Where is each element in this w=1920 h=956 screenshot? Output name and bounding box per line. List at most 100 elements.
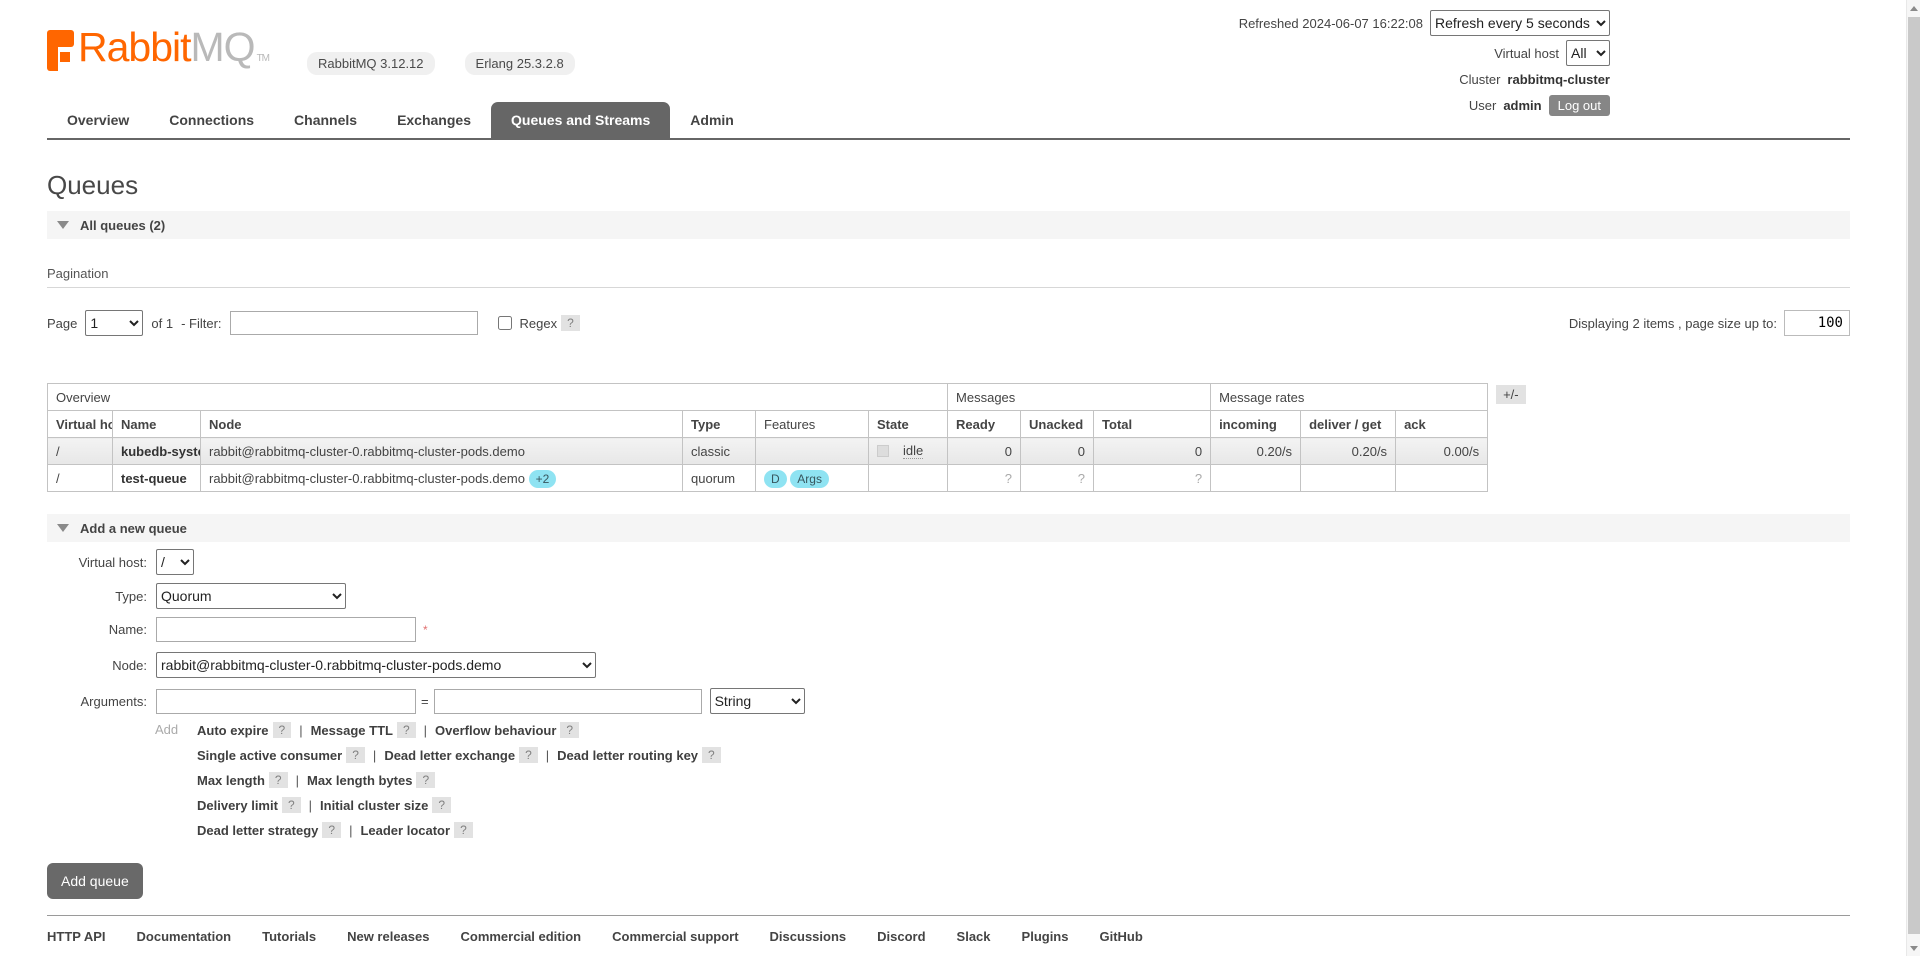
add-queue-section-header[interactable]: Add a new queue <box>47 514 1850 542</box>
scrollbar-thumb[interactable] <box>1908 17 1920 934</box>
col-name[interactable]: Name <box>113 411 201 438</box>
col-state[interactable]: State <box>869 411 948 438</box>
form-row-arguments: Arguments: = String <box>47 688 1850 714</box>
tab-overview[interactable]: Overview <box>47 102 149 138</box>
type-field-select[interactable]: Quorum <box>156 583 346 609</box>
arg-link-max-length[interactable]: Max length <box>197 773 265 788</box>
cell-vhost: / <box>48 465 113 492</box>
col-ack[interactable]: ack <box>1396 411 1488 438</box>
col-unacked[interactable]: Unacked <box>1021 411 1094 438</box>
help-link[interactable]: ? <box>454 822 473 838</box>
footer-link-plugins[interactable]: Plugins <box>1022 929 1069 944</box>
footer-link-slack[interactable]: Slack <box>957 929 991 944</box>
filter-input[interactable] <box>230 311 478 335</box>
arg-link-delivery-limit[interactable]: Delivery limit <box>197 798 278 813</box>
footer-link-new-releases[interactable]: New releases <box>347 929 429 944</box>
pagination-controls: Page 1 of 1 - Filter: Regex ? Displaying… <box>47 310 1850 336</box>
arg-link-dead-letter-exchange[interactable]: Dead letter exchange <box>384 748 515 763</box>
node-more-badge[interactable]: +2 <box>529 470 557 488</box>
page-size-input[interactable] <box>1784 310 1850 336</box>
arg-link-overflow-behaviour[interactable]: Overflow behaviour <box>435 723 556 738</box>
col-virtual-host[interactable]: Virtual host <box>48 411 113 438</box>
virtual-host-select[interactable]: All <box>1566 40 1610 66</box>
footer: HTTP API Documentation Tutorials New rel… <box>47 915 1850 956</box>
cell-type: classic <box>683 438 756 465</box>
help-link[interactable]: ? <box>519 747 538 763</box>
footer-link-documentation[interactable]: Documentation <box>137 929 232 944</box>
column-plus-minus-link[interactable]: +/- <box>1496 385 1526 404</box>
argument-type-select[interactable]: String <box>710 688 805 714</box>
cell-deliver-get: 0.20/s <box>1301 438 1396 465</box>
col-type[interactable]: Type <box>683 411 756 438</box>
help-link[interactable]: ? <box>322 822 341 838</box>
arg-link-single-active-consumer[interactable]: Single active consumer <box>197 748 342 763</box>
all-queues-section-header[interactable]: All queues (2) <box>47 211 1850 239</box>
vhost-row: Virtual host All <box>1239 40 1610 66</box>
footer-link-commercial-edition[interactable]: Commercial edition <box>460 929 581 944</box>
queue-link-test-queue[interactable]: test-queue <box>113 465 201 492</box>
col-total[interactable]: Total <box>1094 411 1211 438</box>
tab-admin[interactable]: Admin <box>670 102 754 138</box>
scroll-up-icon[interactable] <box>1907 0 1920 16</box>
argument-value-input[interactable] <box>434 689 702 714</box>
help-link[interactable]: ? <box>560 722 579 738</box>
arg-link-initial-cluster-size[interactable]: Initial cluster size <box>320 798 428 813</box>
arg-link-dead-letter-strategy[interactable]: Dead letter strategy <box>197 823 318 838</box>
page-select[interactable]: 1 <box>85 310 143 336</box>
footer-link-http-api[interactable]: HTTP API <box>47 929 106 944</box>
arg-link-dead-letter-routing-key[interactable]: Dead letter routing key <box>557 748 698 763</box>
add-argument-link[interactable]: Add <box>155 722 197 847</box>
refresh-interval-select[interactable]: Refresh every 5 seconds <box>1430 10 1610 36</box>
form-row-node: Node: rabbit@rabbitmq-cluster-0.rabbitmq… <box>47 650 1850 680</box>
vhost-field-select[interactable]: / <box>156 549 194 575</box>
col-node[interactable]: Node <box>201 411 683 438</box>
col-deliver-get[interactable]: deliver / get <box>1301 411 1396 438</box>
logout-button[interactable]: Log out <box>1549 95 1610 116</box>
scrollbar[interactable] <box>1906 0 1920 956</box>
shortcut-row: Delivery limit? | Initial cluster size? <box>197 797 721 813</box>
rabbitmq-version-badge: RabbitMQ 3.12.12 <box>307 52 435 75</box>
help-link[interactable]: ? <box>282 797 301 813</box>
help-link[interactable]: ? <box>346 747 365 763</box>
tab-channels[interactable]: Channels <box>274 102 377 138</box>
footer-link-commercial-support[interactable]: Commercial support <box>612 929 738 944</box>
regex-checkbox[interactable] <box>498 316 512 330</box>
scroll-down-icon[interactable] <box>1907 940 1920 956</box>
type-field-label: Type: <box>47 589 147 604</box>
arg-link-max-length-bytes[interactable]: Max length bytes <box>307 773 412 788</box>
col-incoming[interactable]: incoming <box>1211 411 1301 438</box>
arg-link-message-ttl[interactable]: Message TTL <box>311 723 393 738</box>
state-indicator-icon <box>877 445 889 457</box>
form-row-name: Name: * <box>47 617 1850 642</box>
name-field-input[interactable] <box>156 617 416 642</box>
rabbitmq-logo-icon <box>47 30 75 71</box>
queue-link-kubedb-system[interactable]: kubedb-system <box>113 438 201 465</box>
help-link[interactable]: ? <box>273 722 292 738</box>
add-queue-button[interactable]: Add queue <box>47 863 143 899</box>
arg-link-auto-expire[interactable]: Auto expire <box>197 723 269 738</box>
logo-rabbit: Rabbit <box>78 24 191 70</box>
help-link[interactable]: ? <box>269 772 288 788</box>
help-link[interactable]: ? <box>702 747 721 763</box>
node-field-select[interactable]: rabbit@rabbitmq-cluster-0.rabbitmq-clust… <box>156 652 596 678</box>
user-name: admin <box>1503 98 1541 113</box>
footer-link-discord[interactable]: Discord <box>877 929 925 944</box>
tab-exchanges[interactable]: Exchanges <box>377 102 491 138</box>
argument-key-input[interactable] <box>156 689 416 714</box>
regex-help-link[interactable]: ? <box>561 315 580 331</box>
help-link[interactable]: ? <box>432 797 451 813</box>
logo-mq: MQ <box>191 24 255 70</box>
help-link[interactable]: ? <box>397 722 416 738</box>
args-badge: Args <box>790 470 829 488</box>
footer-link-discussions[interactable]: Discussions <box>770 929 847 944</box>
separator: | <box>309 798 312 813</box>
pagination-heading: Pagination <box>47 266 1850 281</box>
tab-queues-and-streams[interactable]: Queues and Streams <box>491 102 670 138</box>
footer-link-github[interactable]: GitHub <box>1099 929 1142 944</box>
col-ready[interactable]: Ready <box>948 411 1021 438</box>
help-link[interactable]: ? <box>416 772 435 788</box>
name-field-label: Name: <box>47 622 147 637</box>
footer-link-tutorials[interactable]: Tutorials <box>262 929 316 944</box>
tab-connections[interactable]: Connections <box>149 102 274 138</box>
arg-link-leader-locator[interactable]: Leader locator <box>360 823 450 838</box>
